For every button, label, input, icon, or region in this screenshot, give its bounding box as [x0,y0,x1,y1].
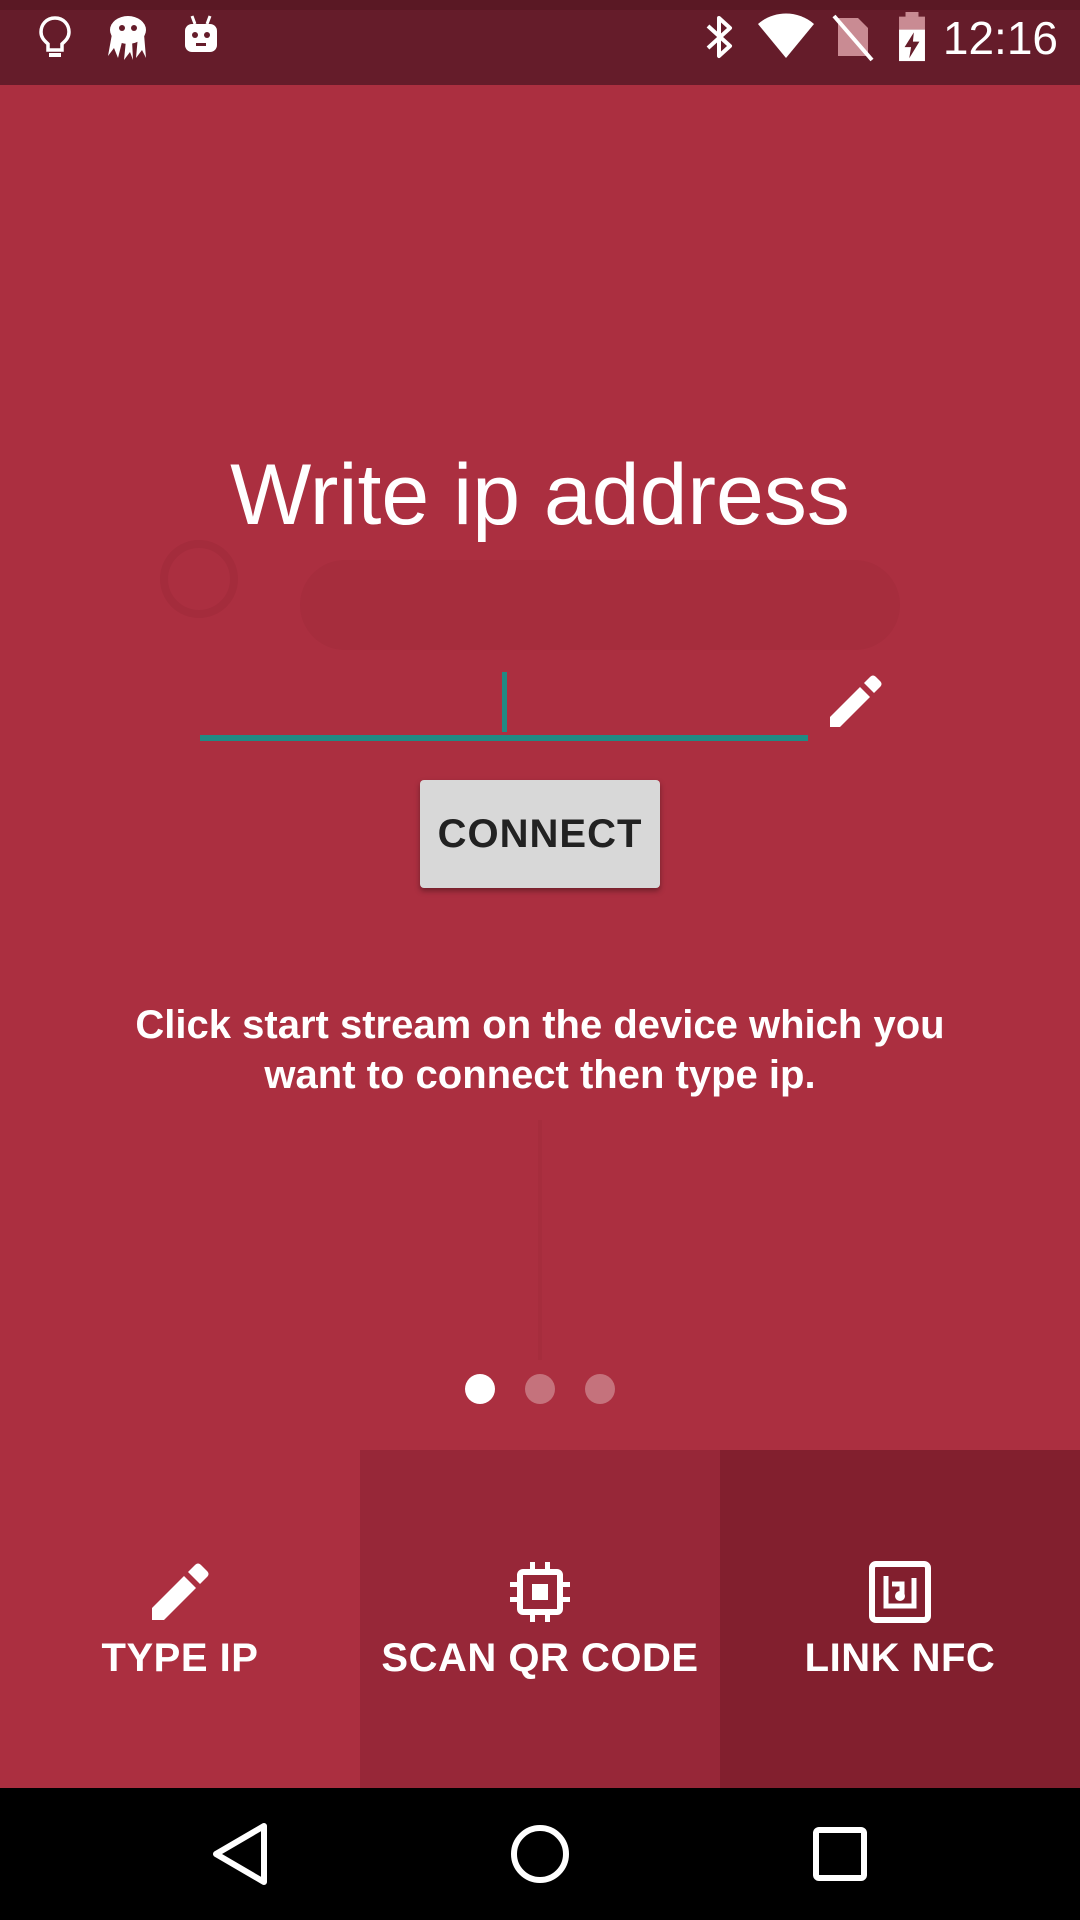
home-icon[interactable] [500,1814,580,1894]
status-time: 12:16 [942,12,1058,64]
tab-label: TYPE IP [101,1636,259,1680]
instruction-text: Click start stream on the device which y… [135,1003,945,1097]
wifi-icon [758,13,814,58]
connect-button[interactable]: CONNECT [420,780,660,888]
chip-icon [510,1562,570,1622]
ip-input-container[interactable] [200,662,808,742]
background-ghost-shape [300,560,900,650]
text-cursor [502,672,507,732]
background-ghost-circle [160,540,238,618]
back-icon[interactable] [202,1814,282,1894]
battery-charging-icon [899,12,925,62]
page-indicator [0,1374,1080,1404]
tab-scan-qr-code[interactable]: SCAN QR CODE [360,1450,720,1788]
nfc-icon [869,1561,931,1623]
page-dot-1[interactable] [465,1374,495,1404]
android-robot-icon [185,15,217,52]
page-title: Write ip address [230,447,850,543]
screen: 12:16 Write ip address CONNECT Click sta… [0,0,1080,1920]
ip-input-underline [200,735,808,741]
page-dot-2[interactable] [525,1374,555,1404]
status-bar: 12:16 [0,0,1080,85]
octopus-icon [108,16,146,60]
tab-label: LINK NFC [804,1636,996,1680]
tab-type-ip[interactable]: TYPE IP [0,1450,360,1788]
tab-link-nfc[interactable]: LINK NFC [720,1450,1080,1788]
bottom-tab-bar: TYPE IP SCAN QR CODE LINK NFC [0,1450,1080,1788]
no-sim-icon [832,14,874,62]
pencil-icon [152,1563,209,1620]
lightbulb-icon [39,16,71,57]
pencil-edit-icon[interactable] [826,673,884,731]
recents-icon[interactable] [800,1814,880,1894]
bluetooth-icon [706,16,732,58]
page-dot-3[interactable] [585,1374,615,1404]
background-ghost-divider [538,1120,542,1360]
tab-label: SCAN QR CODE [381,1636,699,1680]
navigation-bar [0,1788,1080,1920]
status-bar-strip [0,0,1080,10]
